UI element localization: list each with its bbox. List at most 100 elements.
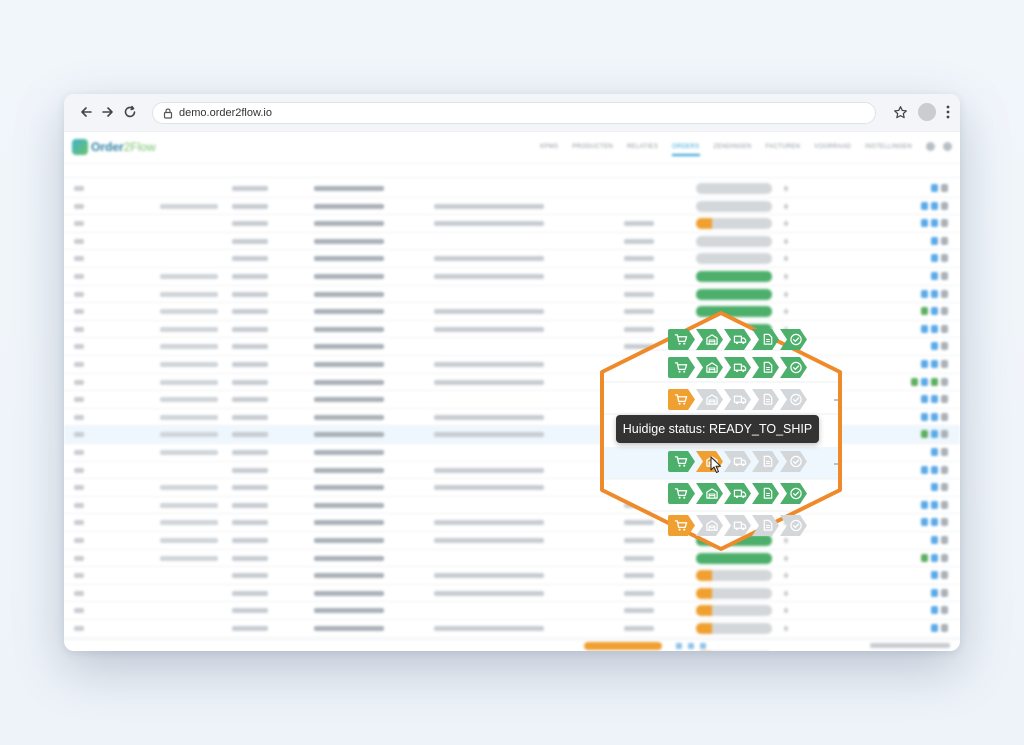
row-action-icon[interactable]	[931, 377, 938, 386]
status-step-document[interactable]	[752, 515, 779, 536]
delete-icon[interactable]	[941, 483, 948, 492]
row-action-icon[interactable]	[931, 236, 938, 245]
status-step-warehouse[interactable]	[696, 329, 723, 350]
row-action-icon[interactable]	[931, 324, 938, 333]
row-action-icon[interactable]	[921, 465, 928, 474]
status-step-check-circle[interactable]	[780, 329, 807, 350]
status-progress[interactable]	[696, 200, 772, 212]
menu-item[interactable]: VOORRAAD	[814, 144, 851, 156]
delete-icon[interactable]	[941, 342, 948, 351]
app-logo[interactable]: Order2Flow	[72, 139, 156, 155]
logout-icon[interactable]	[943, 142, 952, 151]
status-step-cart[interactable]	[668, 357, 695, 378]
row-action-icon[interactable]	[921, 553, 928, 562]
status-step-truck[interactable]	[724, 329, 751, 350]
row-action-icon[interactable]	[931, 254, 938, 263]
row-action-icon[interactable]	[931, 448, 938, 456]
status-step-document[interactable]	[752, 483, 779, 504]
row-action-icon[interactable]	[921, 518, 928, 527]
row-action-icon[interactable]	[931, 395, 938, 404]
delete-icon[interactable]	[941, 588, 948, 597]
footer-icon[interactable]	[700, 643, 706, 649]
row-action-icon[interactable]	[931, 536, 938, 544]
delete-icon[interactable]	[941, 395, 948, 404]
delete-icon[interactable]	[941, 377, 948, 386]
row-action-icon[interactable]	[931, 272, 938, 280]
status-progress[interactable]	[696, 235, 772, 247]
delete-icon[interactable]	[941, 307, 948, 316]
delete-icon[interactable]	[941, 184, 948, 192]
row-action-icon[interactable]	[921, 500, 928, 509]
menu-item[interactable]: PRODUCTEN	[572, 144, 613, 156]
status-step-cart[interactable]	[668, 329, 695, 350]
row-action-icon[interactable]	[931, 571, 938, 580]
status-step-check-circle[interactable]	[780, 357, 807, 378]
row-action-icon[interactable]	[921, 307, 928, 316]
row-action-icon[interactable]	[921, 219, 928, 228]
delete-icon[interactable]	[941, 219, 948, 228]
status-progress[interactable]	[696, 288, 772, 300]
status-step-document[interactable]	[752, 357, 779, 378]
delete-icon[interactable]	[941, 324, 948, 333]
status-step-cart[interactable]	[668, 451, 695, 472]
delete-icon[interactable]	[941, 201, 948, 210]
footer-icon[interactable]	[688, 643, 694, 649]
status-step-warehouse[interactable]	[696, 389, 723, 410]
status-step-document[interactable]	[752, 329, 779, 350]
row-action-icon[interactable]	[931, 465, 938, 474]
menu-item[interactable]: RELATIES	[627, 144, 658, 156]
reload-icon[interactable]	[122, 104, 138, 120]
table-row[interactable]	[64, 585, 960, 603]
delete-icon[interactable]	[941, 448, 948, 456]
status-progress[interactable]	[696, 183, 772, 194]
status-step-check-circle[interactable]	[780, 515, 807, 536]
row-action-icon[interactable]	[931, 201, 938, 210]
row-action-icon[interactable]	[931, 412, 938, 421]
address-bar[interactable]: demo.order2flow.io	[152, 102, 876, 124]
profile-avatar[interactable]	[918, 103, 936, 121]
status-step-cart[interactable]	[668, 389, 695, 410]
delete-icon[interactable]	[941, 536, 948, 544]
delete-icon[interactable]	[941, 236, 948, 245]
table-row[interactable]	[64, 567, 960, 585]
forward-icon[interactable]	[100, 104, 116, 120]
status-step-truck[interactable]	[724, 451, 751, 472]
menu-item-orders[interactable]: ORDERS	[672, 144, 700, 156]
table-row[interactable]	[64, 268, 960, 286]
row-action-icon[interactable]	[921, 430, 928, 439]
delete-icon[interactable]	[941, 254, 948, 263]
status-progress[interactable]	[696, 570, 772, 582]
status-step-truck[interactable]	[724, 515, 751, 536]
status-step-cart[interactable]	[668, 515, 695, 536]
table-row[interactable]	[64, 198, 960, 216]
row-action-icon[interactable]	[911, 377, 918, 386]
more-menu-icon[interactable]	[946, 105, 950, 119]
delete-icon[interactable]	[941, 412, 948, 421]
row-action-icon[interactable]	[931, 342, 938, 351]
status-step-warehouse[interactable]	[696, 357, 723, 378]
delete-icon[interactable]	[941, 465, 948, 474]
row-action-icon[interactable]	[931, 553, 938, 562]
status-flow-row[interactable]	[668, 515, 808, 537]
row-action-icon[interactable]	[921, 412, 928, 421]
status-progress[interactable]	[696, 605, 772, 617]
delete-icon[interactable]	[941, 518, 948, 527]
row-action-icon[interactable]	[921, 324, 928, 333]
delete-icon[interactable]	[941, 553, 948, 562]
menu-item[interactable]: FACTUREN	[766, 144, 801, 156]
status-step-warehouse[interactable]	[696, 483, 723, 504]
status-flow-row[interactable]	[668, 451, 808, 473]
table-row[interactable]	[64, 250, 960, 268]
table-row[interactable]	[64, 233, 960, 251]
delete-icon[interactable]	[941, 571, 948, 580]
table-row[interactable]	[64, 286, 960, 304]
delete-icon[interactable]	[941, 430, 948, 439]
row-action-icon[interactable]	[931, 307, 938, 316]
status-progress[interactable]	[696, 623, 772, 634]
status-flow-row[interactable]	[668, 483, 808, 505]
status-progress[interactable]	[696, 218, 772, 230]
menu-item[interactable]: KPMS	[540, 144, 558, 156]
row-action-icon[interactable]	[931, 500, 938, 509]
status-step-check-circle[interactable]	[780, 389, 807, 410]
row-action-icon[interactable]	[931, 606, 938, 615]
